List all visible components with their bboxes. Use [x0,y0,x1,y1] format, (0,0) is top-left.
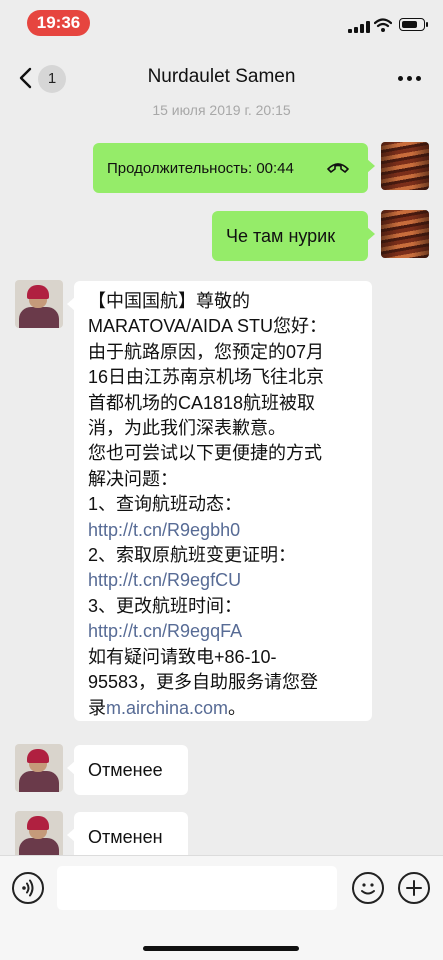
chat-title: Nurdaulet Samen [147,66,296,87]
message-line: 2、索取原航班变更证明： [88,545,297,566]
phone-hangup-icon [327,163,349,173]
message-line: 解决问题： [88,468,178,489]
flight-status-link[interactable]: http://t.cn/R9egbh0 [88,518,358,543]
message-line: 3、更改航班时间： [88,595,243,616]
back-chevron-icon[interactable] [17,66,37,90]
my-message-bubble[interactable]: Че там нурик [212,211,375,261]
my-avatar[interactable] [381,210,429,258]
status-time[interactable]: 19:36 [27,10,90,36]
message-line: 1、查询航班动态： [88,494,243,515]
call-record-bubble[interactable]: Продолжительность: 00:44 [93,143,375,193]
more-icon[interactable] [398,76,422,82]
battery-icon [399,18,428,31]
message-text: 。 [228,697,247,718]
message-line: 消，为此我们深表歉意。 [88,418,286,439]
message-line: MARATOVA/AIDA STU您好： [88,316,328,337]
message-line: 录m.airchina.com。 [88,696,358,721]
wifi-icon [374,18,392,32]
message-line: 首都机场的CA1818航班被取 [88,392,316,413]
change-certificate-link[interactable]: http://t.cn/R9egfCU [88,568,358,593]
change-flight-link[interactable]: http://t.cn/R9egqFA [88,619,358,644]
signal-icon [348,21,370,33]
incoming-message-bubble[interactable]: 【中国国航】尊敬的 MARATOVA/AIDA STU您好： 由于航路原因，您预… [67,281,372,721]
contact-avatar[interactable] [15,280,63,328]
message-line: 95583，更多自助服务请您登 [88,672,319,693]
voice-icon[interactable] [12,872,44,904]
contact-avatar[interactable] [15,811,63,859]
message-line: 16日由江苏南京机场飞往北京 [88,367,325,388]
home-indicator[interactable] [143,946,299,951]
message-input[interactable] [57,866,337,910]
status-bar: 19:36 [0,0,443,46]
my-avatar[interactable] [381,142,429,190]
emoji-icon[interactable] [352,872,384,904]
contact-avatar[interactable] [15,744,63,792]
incoming-message-bubble[interactable]: Отменее [67,745,188,795]
message-line: 【中国国航】尊敬的 [88,291,250,311]
message-line: 如有疑问请致电+86-10- [88,646,277,667]
input-bar [0,855,443,960]
plus-icon[interactable] [398,872,430,904]
message-timestamp: 15 июля 2019 г. 20:15 [152,102,291,118]
airchina-site-link[interactable]: m.airchina.com [106,698,228,718]
call-duration-label: Продолжительность: 00:44 [107,159,294,177]
message-text: 录 [88,697,106,718]
nav-bar: 1 Nurdaulet Samen [0,46,443,108]
message-line: 由于航路原因，您预定的07月 [88,341,325,362]
message-line: 您也可尝试以下更便捷的方式 [88,443,322,464]
back-unread-count[interactable]: 1 [38,65,66,93]
